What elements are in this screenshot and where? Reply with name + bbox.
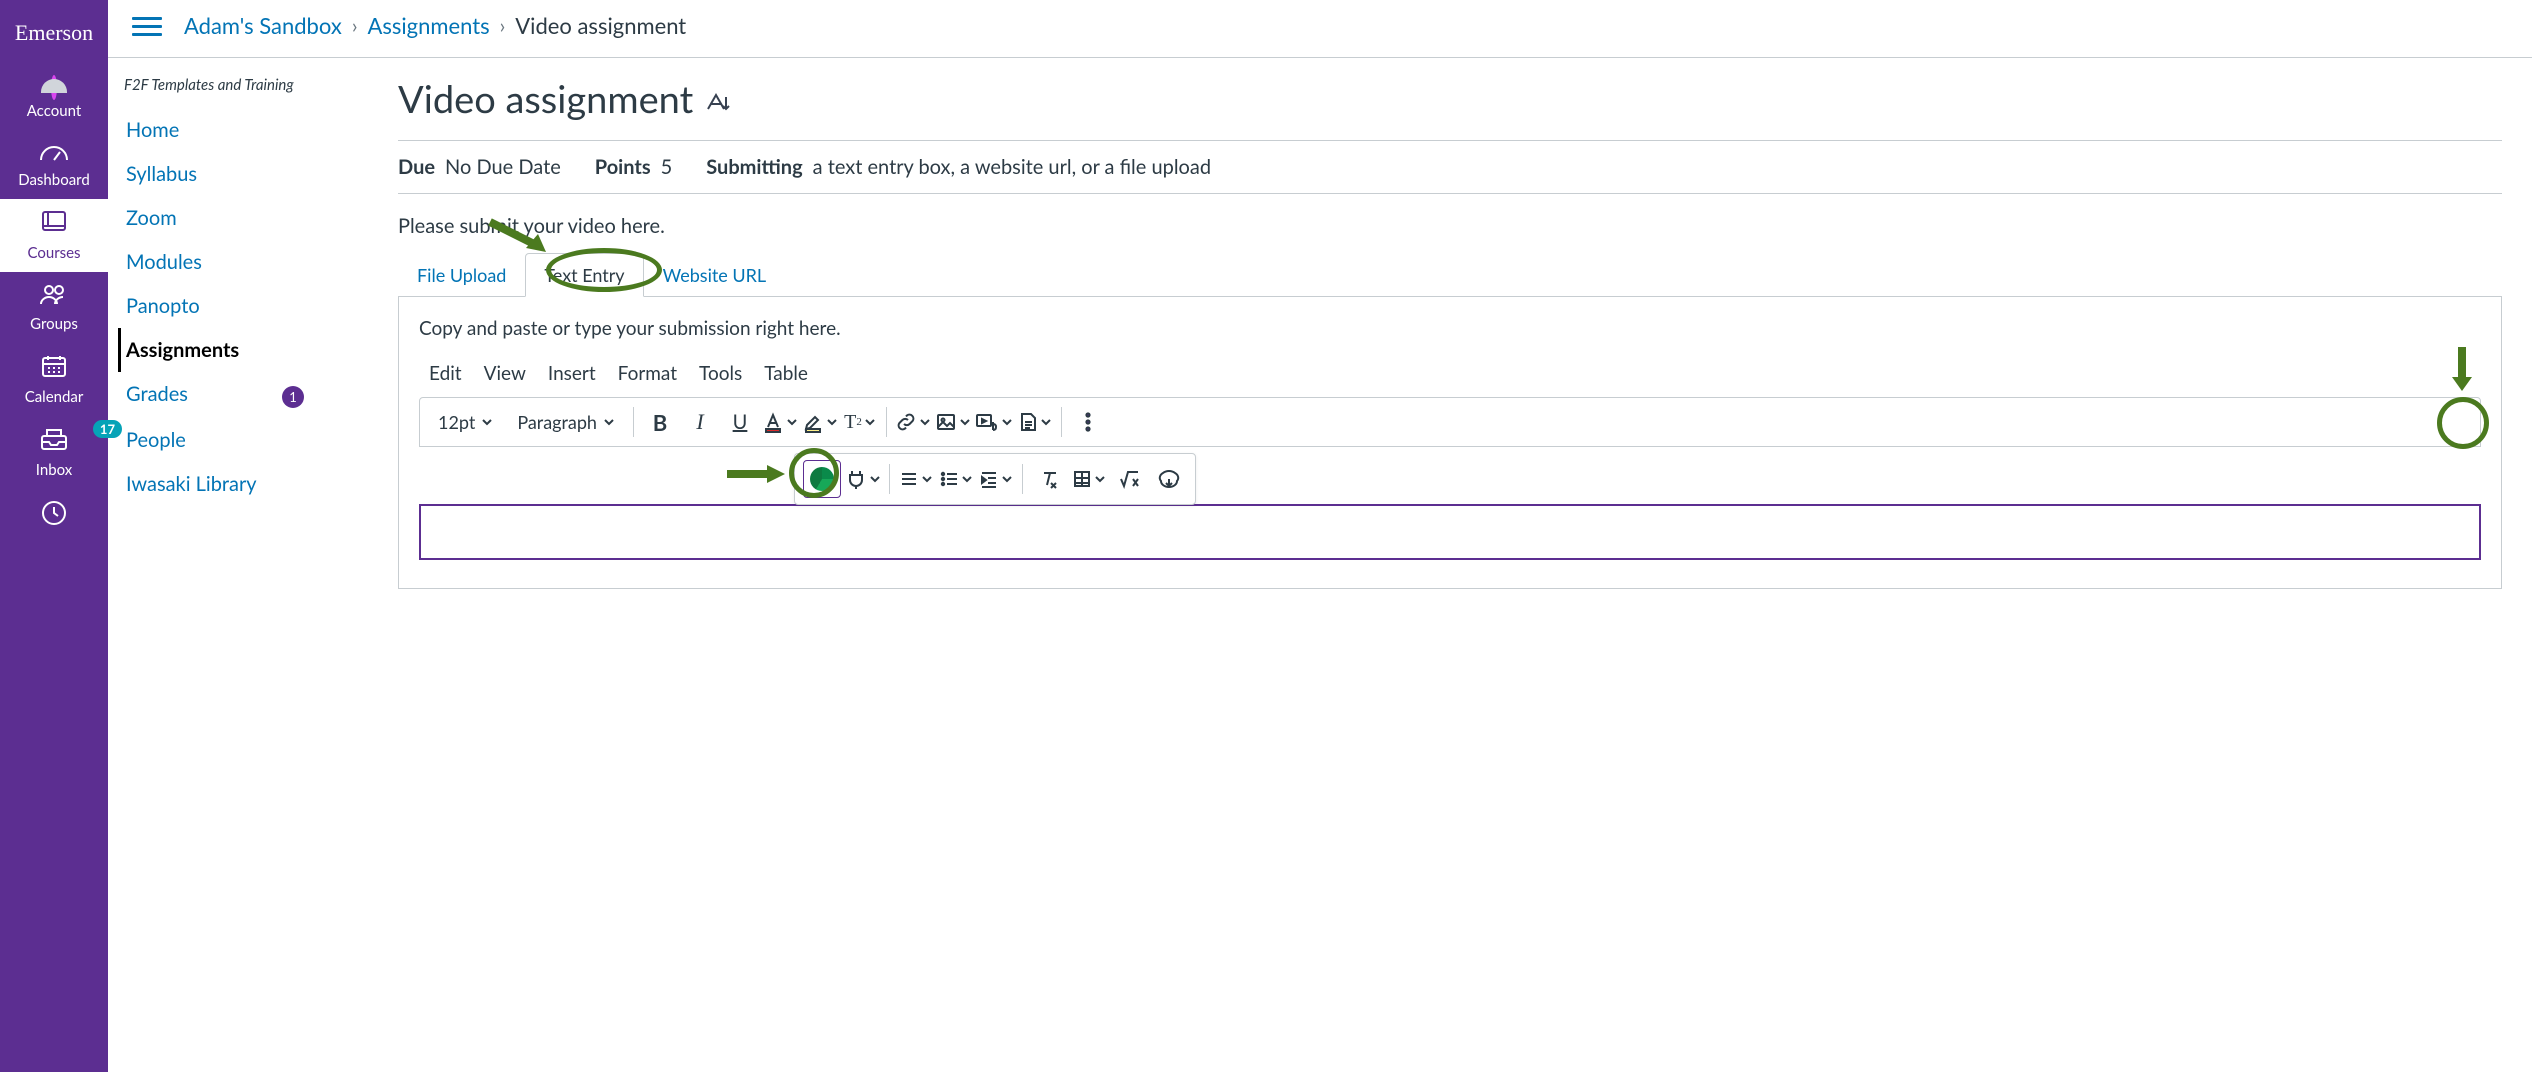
gauge-icon <box>0 140 108 166</box>
highlight-button[interactable] <box>802 404 838 440</box>
nav-groups-label: Groups <box>30 315 78 333</box>
nav-dashboard[interactable]: Dashboard <box>0 130 108 199</box>
nav-account[interactable]: Account <box>0 68 108 130</box>
book-icon <box>0 209 108 239</box>
tab-text-entry[interactable]: Text Entry <box>525 253 643 297</box>
submission-tabs: File Upload Text Entry Website URL <box>398 252 2502 297</box>
clear-formatting-button[interactable] <box>1031 461 1067 497</box>
assignment-summary: Due No Due Date Points 5 Submitting a text … <box>398 140 2502 194</box>
course-context: F2F Templates and Training <box>118 76 358 108</box>
due-value: No Due Date <box>445 155 561 179</box>
calendar-icon <box>0 353 108 383</box>
assignment-main: Video assignment Due No Due Date Points 5 … <box>368 58 2532 607</box>
menu-view[interactable]: View <box>484 362 526 385</box>
nav-library[interactable]: Iwasaki Library <box>126 472 257 496</box>
nav-courses-label: Courses <box>27 244 80 262</box>
rce-toolbar-overflow <box>794 453 1196 505</box>
grades-badge: 1 <box>282 386 304 408</box>
inbox-icon: 17 <box>0 426 108 456</box>
nav-history[interactable] <box>0 489 108 545</box>
points-value: 5 <box>661 155 673 179</box>
more-toolbar-button[interactable] <box>1070 404 1106 440</box>
people-icon <box>0 282 108 310</box>
nav-inbox-label: Inbox <box>36 461 73 479</box>
nav-calendar-label: Calendar <box>25 388 84 406</box>
link-button[interactable] <box>895 404 931 440</box>
underline-button[interactable]: U <box>722 404 758 440</box>
submitting-value: a text entry box, a website url, or a fi… <box>813 155 1211 179</box>
apps-plugin-button[interactable] <box>845 461 881 497</box>
panopto-button[interactable] <box>803 460 841 498</box>
course-nav: F2F Templates and Training Home Syllabus… <box>108 58 368 607</box>
menu-format[interactable]: Format <box>618 362 677 385</box>
align-button[interactable] <box>898 461 934 497</box>
chevron-right-icon: › <box>500 14 506 38</box>
nav-people[interactable]: People <box>126 428 186 452</box>
brand-logo: Emerson <box>15 20 93 46</box>
tab-file-upload[interactable]: File Upload <box>398 253 525 297</box>
inbox-badge: 17 <box>93 420 122 438</box>
document-button[interactable] <box>1017 404 1053 440</box>
nav-zoom[interactable]: Zoom <box>126 206 177 230</box>
due-label: Due <box>398 155 435 179</box>
submitting-label: Submitting <box>706 155 802 179</box>
hamburger-icon[interactable] <box>132 17 162 35</box>
nav-calendar[interactable]: Calendar <box>0 343 108 416</box>
rce-textarea[interactable] <box>419 504 2481 560</box>
menu-table[interactable]: Table <box>764 362 808 385</box>
block-format-select[interactable]: Paragraph <box>507 404 625 440</box>
crumb-current: Video assignment <box>515 12 686 39</box>
rce-menubar: Edit View Insert Format Tools Table <box>419 358 2481 397</box>
chevron-right-icon: › <box>352 14 358 38</box>
breadcrumb: Adam's Sandbox › Assignments › Video ass… <box>184 12 686 39</box>
menu-insert[interactable]: Insert <box>548 362 596 385</box>
embed-button[interactable] <box>1151 461 1187 497</box>
bold-button[interactable]: B <box>642 404 678 440</box>
image-button[interactable] <box>935 404 971 440</box>
table-button[interactable] <box>1071 461 1107 497</box>
equation-button[interactable] <box>1111 461 1147 497</box>
crumb-section[interactable]: Assignments <box>367 12 489 39</box>
immersive-reader-icon[interactable] <box>705 76 731 122</box>
tab-website-url[interactable]: Website URL <box>644 253 786 297</box>
avatar-icon <box>0 78 108 97</box>
nav-dashboard-label: Dashboard <box>18 171 89 189</box>
text-entry-panel: Copy and paste or type your submission r… <box>398 297 2502 589</box>
nav-grades[interactable]: Grades <box>126 382 188 406</box>
nav-groups[interactable]: Groups <box>0 272 108 343</box>
italic-button[interactable]: I <box>682 404 718 440</box>
superscript-button[interactable]: T2 <box>842 404 878 440</box>
media-button[interactable] <box>975 404 1013 440</box>
panel-hint: Copy and paste or type your submission r… <box>419 317 2481 340</box>
assignment-instructions: Please submit your video here. <box>398 214 2502 238</box>
nav-home[interactable]: Home <box>126 118 179 142</box>
points-label: Points <box>595 155 651 179</box>
topbar: Adam's Sandbox › Assignments › Video ass… <box>108 0 2532 58</box>
crumb-course[interactable]: Adam's Sandbox <box>184 12 342 39</box>
nav-syllabus[interactable]: Syllabus <box>126 162 197 186</box>
list-button[interactable] <box>938 461 974 497</box>
menu-edit[interactable]: Edit <box>429 362 462 385</box>
rce-toolbar: 12pt Paragraph B I U <box>419 397 2481 447</box>
nav-modules[interactable]: Modules <box>126 250 202 274</box>
page-title: Video assignment <box>398 76 2502 122</box>
font-size-select[interactable]: 12pt <box>428 404 503 440</box>
nav-account-label: Account <box>27 102 82 120</box>
global-nav: Emerson Account Dashboard Courses Groups… <box>0 0 108 1072</box>
nav-inbox[interactable]: 17 Inbox <box>0 416 108 489</box>
nav-assignments[interactable]: Assignments <box>126 338 239 362</box>
nav-courses[interactable]: Courses <box>0 199 108 272</box>
menu-tools[interactable]: Tools <box>699 362 742 385</box>
annotation-arrow-panopto <box>725 462 791 490</box>
panopto-icon <box>810 467 834 491</box>
text-color-button[interactable] <box>762 404 798 440</box>
nav-panopto[interactable]: Panopto <box>126 294 200 318</box>
clock-icon <box>0 499 108 531</box>
indent-button[interactable] <box>978 461 1014 497</box>
